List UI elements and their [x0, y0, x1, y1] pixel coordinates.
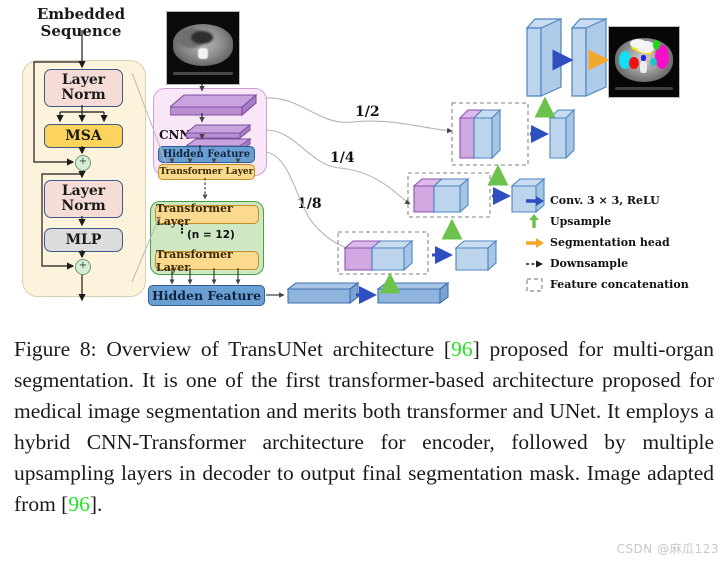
input-ct-scan-image: [166, 11, 240, 85]
legend-row-upsample: Upsample: [520, 211, 720, 232]
caption-ref-1: 96: [451, 337, 473, 361]
orange-right-arrow-icon: [520, 237, 550, 249]
legend-label-seg-head: Segmentation head: [550, 236, 670, 249]
msa-box: MSA: [44, 124, 123, 148]
dashed-right-arrow-icon: [520, 258, 550, 270]
caption-middle: ] proposed for multi-organ segmentation.…: [14, 337, 714, 516]
caption-prefix: Figure 8: Overview of TransUNet architec…: [14, 337, 452, 361]
transformer-layer-cnn-box: Transformer Layer: [158, 164, 255, 180]
skip-label-half: 1/2: [355, 104, 380, 120]
legend-row-downsample: Downsample: [520, 253, 720, 274]
legend-label-conv: Conv. 3 × 3, ReLU: [550, 194, 660, 207]
green-up-arrow-icon: [520, 213, 550, 230]
legend: Conv. 3 × 3, ReLU Upsample Segmentation …: [520, 190, 720, 295]
caption-suffix: ].: [89, 492, 103, 516]
residual-add-2-icon: +: [75, 259, 91, 275]
legend-row-seg-head: Segmentation head: [520, 232, 720, 253]
caption-ref-2: 96: [68, 492, 90, 516]
watermark: CSDN @麻瓜123: [616, 542, 719, 556]
dashed-box-icon: [520, 277, 550, 293]
output-segmentation-image: [608, 26, 680, 98]
layer-norm-2-box: Layer Norm: [44, 180, 123, 218]
embedded-sequence-label: Embedded Sequence: [36, 5, 126, 40]
transformer-layer-bottom-box: Transformer Layer: [155, 248, 259, 274]
residual-add-1-icon: +: [75, 155, 91, 171]
layer-norm-1-box: Layer Norm: [44, 69, 123, 107]
mlp-box: MLP: [44, 228, 123, 252]
figure-diagram: Embedded Sequence Layer Norm MSA Layer N…: [0, 0, 725, 330]
legend-row-conv: Conv. 3 × 3, ReLU: [520, 190, 720, 211]
hidden-feature-cnn-box: Hidden Feature: [158, 146, 255, 163]
legend-row-concat: Feature concatenation: [520, 274, 720, 295]
hidden-feature-output-box: Hidden Feature: [148, 285, 265, 306]
transformer-repeat-count: (n = 12): [187, 229, 235, 241]
transformer-layer-top-box: Transformer Layer: [155, 202, 259, 228]
legend-label-downsample: Downsample: [550, 257, 629, 270]
skip-label-eighth: 1/8: [297, 196, 322, 212]
skip-label-quarter: 1/4: [330, 150, 355, 166]
legend-label-upsample: Upsample: [550, 215, 612, 228]
legend-label-concat: Feature concatenation: [550, 278, 689, 291]
blue-right-arrow-icon: [520, 195, 550, 207]
figure-caption: Figure 8: Overview of TransUNet architec…: [14, 334, 714, 520]
